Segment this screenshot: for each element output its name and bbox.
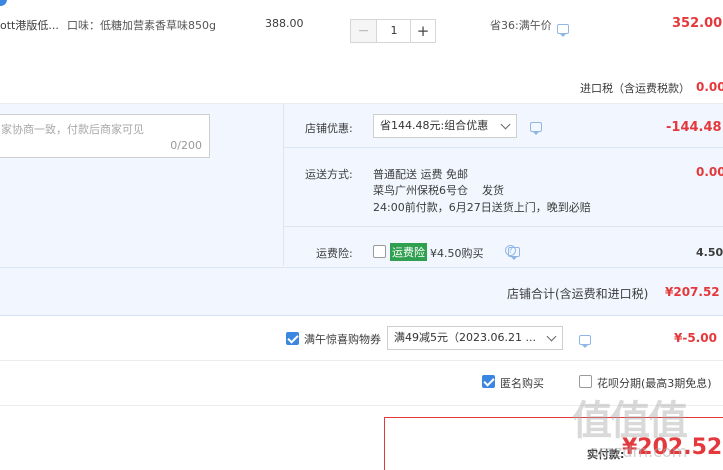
shipping-value: 0.00 (696, 165, 723, 179)
shipping-line1: 普通配送 运费 免邮 (373, 168, 468, 181)
chevron-down-icon (546, 331, 557, 342)
coupon-option: 满49减5元（2023.06.21 ... (394, 331, 536, 344)
chat-icon[interactable] (557, 24, 569, 37)
shop-discount-label: 店铺优惠: (305, 122, 353, 135)
coupon-label: 满午惊喜购物券 (304, 333, 381, 346)
item-title[interactable]: ott港版低... (0, 17, 59, 33)
pay-box: 实付款: ¥202.52 (384, 417, 723, 470)
chevron-down-icon (500, 119, 511, 130)
section-divider (283, 104, 284, 266)
shop-total-label: 店铺合计(含运费和进口税) (507, 287, 649, 301)
shop-discount-option: 省144.48元:组合优惠 (380, 119, 489, 132)
import-tax-value: 0.00 (696, 80, 723, 94)
quantity-plus-button[interactable]: + (410, 20, 435, 42)
insurance-label: 运费险: (316, 247, 353, 260)
insurance-checkbox[interactable] (373, 245, 386, 258)
shop-section: 家协商一致，付款后商家可见 0/200 店铺优惠: 省144.48元:组合优惠 … (0, 104, 723, 316)
coupon-value: ¥-5.00 (674, 331, 717, 345)
row-divider (0, 267, 723, 268)
message-counter: 0/200 (170, 139, 202, 152)
pay-value: ¥202.52 (622, 435, 723, 460)
options-row: 匿名购买 花呗分期(最高3期免息) (0, 362, 723, 406)
chat-icon[interactable] (579, 335, 591, 348)
insurance-value: 4.50 (696, 246, 723, 259)
insurance-price: ¥4.50购买 (430, 247, 484, 260)
item-subtotal: 352.00 (672, 16, 723, 31)
installment-label: 花呗分期(最高3期免息) (597, 377, 712, 390)
item-flavor: 口味：低糖加营素香草味850g (67, 19, 216, 32)
item-unit-price: 388.00 (265, 17, 304, 30)
help-icon[interactable]: ? (505, 245, 516, 256)
shop-discount-value: -144.48 (666, 120, 722, 135)
message-textarea[interactable]: 家协商一致，付款后商家可见 0/200 (0, 114, 210, 158)
quantity-input[interactable]: 1 (378, 20, 410, 42)
anonymous-checkbox[interactable] (482, 375, 495, 388)
shipping-line3: 24:00前付款，6月27日送货上门，晚到必赔 (373, 201, 591, 214)
shop-total-value: ¥207.52 (665, 285, 720, 299)
coupon-select[interactable]: 满49减5元（2023.06.21 ... (387, 326, 563, 350)
message-placeholder: 家协商一致，付款后商家可见 (1, 123, 144, 136)
pay-label: 实付款: (587, 448, 625, 461)
item-row: ott港版低... 口味：低糖加营素香草味850g 388.00 − 1 + 省… (0, 0, 723, 104)
installment-checkbox[interactable] (579, 375, 592, 388)
coupon-row: 满午惊喜购物券 满49减5元（2023.06.21 ... ¥-5.00 (0, 317, 723, 361)
item-discount-note: 省36:满午价 (490, 19, 552, 32)
shipping-label: 运送方式: (305, 168, 353, 181)
shop-discount-select[interactable]: 省144.48元:组合优惠 (373, 114, 517, 138)
shipping-line2: 菜鸟广州保税6号仓 发货 (373, 184, 504, 197)
chat-icon[interactable] (530, 122, 542, 135)
import-tax-label: 进口税（含运费税款） (580, 82, 690, 95)
quantity-minus-button[interactable]: − (351, 20, 377, 42)
insurance-tag: 运费险 (390, 243, 427, 261)
row-divider (283, 147, 723, 148)
quantity-stepper: − 1 + (350, 19, 436, 43)
row-divider (283, 226, 723, 227)
coupon-checkbox[interactable] (286, 332, 299, 345)
anonymous-label: 匿名购买 (500, 377, 544, 390)
